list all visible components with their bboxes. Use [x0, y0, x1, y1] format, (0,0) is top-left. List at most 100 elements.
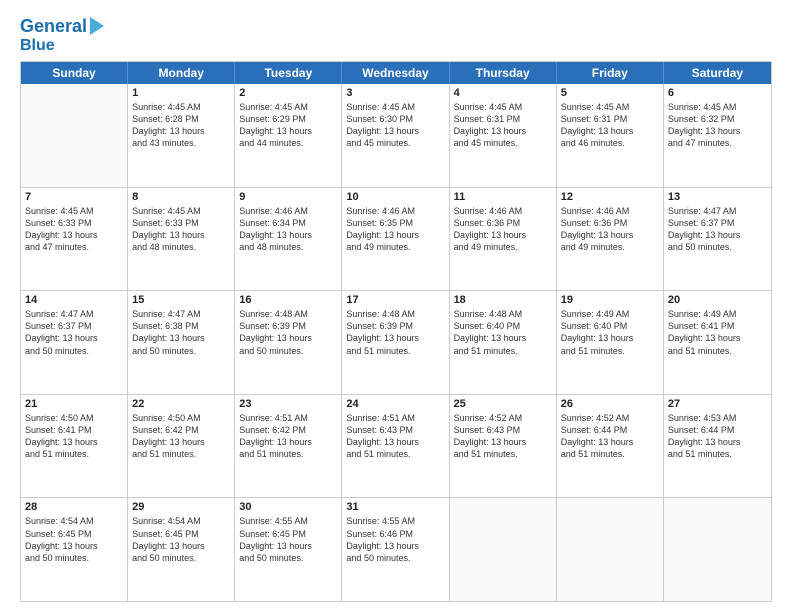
day-number: 28 — [25, 501, 123, 513]
calendar-cell: 22 Sunrise: 4:50 AM Sunset: 6:42 PM Dayli… — [128, 395, 235, 498]
cell-info: Sunrise: 4:45 AM Sunset: 6:32 PM Dayligh… — [668, 101, 767, 150]
day-number: 19 — [561, 294, 659, 306]
calendar-cell: 12 Sunrise: 4:46 AM Sunset: 6:36 PM Dayli… — [557, 188, 664, 291]
calendar-cell: 18 Sunrise: 4:48 AM Sunset: 6:40 PM Dayli… — [450, 291, 557, 394]
cell-info: Sunrise: 4:53 AM Sunset: 6:44 PM Dayligh… — [668, 412, 767, 461]
calendar-cell: 30 Sunrise: 4:55 AM Sunset: 6:45 PM Dayli… — [235, 498, 342, 601]
weekday-header-monday: Monday — [128, 62, 235, 84]
day-number: 24 — [346, 398, 444, 410]
cell-info: Sunrise: 4:50 AM Sunset: 6:41 PM Dayligh… — [25, 412, 123, 461]
weekday-header-tuesday: Tuesday — [235, 62, 342, 84]
day-number: 25 — [454, 398, 552, 410]
day-number: 3 — [346, 87, 444, 99]
weekday-header-saturday: Saturday — [664, 62, 771, 84]
cell-info: Sunrise: 4:54 AM Sunset: 6:45 PM Dayligh… — [25, 515, 123, 564]
cell-info: Sunrise: 4:52 AM Sunset: 6:43 PM Dayligh… — [454, 412, 552, 461]
calendar-cell: 2 Sunrise: 4:45 AM Sunset: 6:29 PM Daylig… — [235, 84, 342, 187]
calendar-row-3: 21 Sunrise: 4:50 AM Sunset: 6:41 PM Dayli… — [21, 395, 771, 499]
cell-info: Sunrise: 4:45 AM Sunset: 6:30 PM Dayligh… — [346, 101, 444, 150]
calendar-cell: 11 Sunrise: 4:46 AM Sunset: 6:36 PM Dayli… — [450, 188, 557, 291]
calendar-cell: 26 Sunrise: 4:52 AM Sunset: 6:44 PM Dayli… — [557, 395, 664, 498]
calendar-cell: 6Sunrise: 4:45 AM Sunset: 6:32 PM Daylig… — [664, 84, 771, 187]
cell-info: Sunrise: 4:51 AM Sunset: 6:43 PM Dayligh… — [346, 412, 444, 461]
calendar-row-4: 28 Sunrise: 4:54 AM Sunset: 6:45 PM Dayli… — [21, 498, 771, 601]
cell-info: Sunrise: 4:50 AM Sunset: 6:42 PM Dayligh… — [132, 412, 230, 461]
header: General Blue — [20, 16, 772, 55]
calendar-cell — [557, 498, 664, 601]
cell-info: Sunrise: 4:45 AM Sunset: 6:28 PM Dayligh… — [132, 101, 230, 150]
cell-info: Sunrise: 4:47 AM Sunset: 6:37 PM Dayligh… — [668, 205, 767, 254]
calendar-cell: 20 Sunrise: 4:49 AM Sunset: 6:41 PM Dayli… — [664, 291, 771, 394]
weekday-header-friday: Friday — [557, 62, 664, 84]
cell-info: Sunrise: 4:49 AM Sunset: 6:40 PM Dayligh… — [561, 308, 659, 357]
day-number: 17 — [346, 294, 444, 306]
calendar-cell: 24 Sunrise: 4:51 AM Sunset: 6:43 PM Dayli… — [342, 395, 449, 498]
calendar-cell: 31 Sunrise: 4:55 AM Sunset: 6:46 PM Dayli… — [342, 498, 449, 601]
calendar-cell: 1 Sunrise: 4:45 AM Sunset: 6:28 PM Daylig… — [128, 84, 235, 187]
weekday-header-sunday: Sunday — [21, 62, 128, 84]
cell-info: Sunrise: 4:45 AM Sunset: 6:33 PM Dayligh… — [132, 205, 230, 254]
calendar-cell: 5Sunrise: 4:45 AM Sunset: 6:31 PM Daylig… — [557, 84, 664, 187]
cell-info: Sunrise: 4:55 AM Sunset: 6:46 PM Dayligh… — [346, 515, 444, 564]
day-number: 12 — [561, 191, 659, 203]
cell-info: Sunrise: 4:45 AM Sunset: 6:31 PM Dayligh… — [561, 101, 659, 150]
calendar-cell: 29Sunrise: 4:54 AM Sunset: 6:45 PM Dayli… — [128, 498, 235, 601]
day-number: 1 — [132, 87, 230, 99]
cell-info: Sunrise: 4:45 AM Sunset: 6:33 PM Dayligh… — [25, 205, 123, 254]
day-number: 26 — [561, 398, 659, 410]
calendar-cell: 14 Sunrise: 4:47 AM Sunset: 6:37 PM Dayli… — [21, 291, 128, 394]
calendar-cell — [21, 84, 128, 187]
day-number: 14 — [25, 294, 123, 306]
cell-info: Sunrise: 4:48 AM Sunset: 6:39 PM Dayligh… — [239, 308, 337, 357]
day-number: 30 — [239, 501, 337, 513]
cell-info: Sunrise: 4:46 AM Sunset: 6:36 PM Dayligh… — [561, 205, 659, 254]
day-number: 4 — [454, 87, 552, 99]
calendar-cell: 7Sunrise: 4:45 AM Sunset: 6:33 PM Daylig… — [21, 188, 128, 291]
calendar-header: SundayMondayTuesdayWednesdayThursdayFrid… — [21, 62, 771, 84]
cell-info: Sunrise: 4:55 AM Sunset: 6:45 PM Dayligh… — [239, 515, 337, 564]
day-number: 9 — [239, 191, 337, 203]
calendar-cell: 16Sunrise: 4:48 AM Sunset: 6:39 PM Dayli… — [235, 291, 342, 394]
day-number: 27 — [668, 398, 767, 410]
cell-info: Sunrise: 4:51 AM Sunset: 6:42 PM Dayligh… — [239, 412, 337, 461]
cell-info: Sunrise: 4:46 AM Sunset: 6:35 PM Dayligh… — [346, 205, 444, 254]
logo: General Blue — [20, 16, 104, 55]
cell-info: Sunrise: 4:46 AM Sunset: 6:36 PM Dayligh… — [454, 205, 552, 254]
weekday-header-wednesday: Wednesday — [342, 62, 449, 84]
calendar-cell: 19 Sunrise: 4:49 AM Sunset: 6:40 PM Dayli… — [557, 291, 664, 394]
calendar: SundayMondayTuesdayWednesdayThursdayFrid… — [20, 61, 772, 602]
day-number: 31 — [346, 501, 444, 513]
calendar-cell — [664, 498, 771, 601]
day-number: 10 — [346, 191, 444, 203]
day-number: 21 — [25, 398, 123, 410]
day-number: 22 — [132, 398, 230, 410]
day-number: 11 — [454, 191, 552, 203]
cell-info: Sunrise: 4:47 AM Sunset: 6:38 PM Dayligh… — [132, 308, 230, 357]
cell-info: Sunrise: 4:52 AM Sunset: 6:44 PM Dayligh… — [561, 412, 659, 461]
cell-info: Sunrise: 4:49 AM Sunset: 6:41 PM Dayligh… — [668, 308, 767, 357]
logo-text-general: General — [20, 16, 87, 37]
calendar-cell: 9 Sunrise: 4:46 AM Sunset: 6:34 PM Daylig… — [235, 188, 342, 291]
cell-info: Sunrise: 4:54 AM Sunset: 6:45 PM Dayligh… — [132, 515, 230, 564]
logo-text-blue: Blue — [20, 37, 55, 55]
day-number: 8 — [132, 191, 230, 203]
day-number: 20 — [668, 294, 767, 306]
cell-info: Sunrise: 4:48 AM Sunset: 6:40 PM Dayligh… — [454, 308, 552, 357]
calendar-cell: 15Sunrise: 4:47 AM Sunset: 6:38 PM Dayli… — [128, 291, 235, 394]
cell-info: Sunrise: 4:47 AM Sunset: 6:37 PM Dayligh… — [25, 308, 123, 357]
calendar-cell: 25 Sunrise: 4:52 AM Sunset: 6:43 PM Dayli… — [450, 395, 557, 498]
calendar-cell: 10 Sunrise: 4:46 AM Sunset: 6:35 PM Dayli… — [342, 188, 449, 291]
day-number: 23 — [239, 398, 337, 410]
calendar-cell: 8 Sunrise: 4:45 AM Sunset: 6:33 PM Daylig… — [128, 188, 235, 291]
day-number: 18 — [454, 294, 552, 306]
calendar-cell: 3 Sunrise: 4:45 AM Sunset: 6:30 PM Daylig… — [342, 84, 449, 187]
calendar-row-2: 14 Sunrise: 4:47 AM Sunset: 6:37 PM Dayli… — [21, 291, 771, 395]
calendar-cell: 21 Sunrise: 4:50 AM Sunset: 6:41 PM Dayli… — [21, 395, 128, 498]
cell-info: Sunrise: 4:45 AM Sunset: 6:29 PM Dayligh… — [239, 101, 337, 150]
calendar-cell: 13Sunrise: 4:47 AM Sunset: 6:37 PM Dayli… — [664, 188, 771, 291]
cell-info: Sunrise: 4:46 AM Sunset: 6:34 PM Dayligh… — [239, 205, 337, 254]
calendar-cell — [450, 498, 557, 601]
cell-info: Sunrise: 4:48 AM Sunset: 6:39 PM Dayligh… — [346, 308, 444, 357]
day-number: 2 — [239, 87, 337, 99]
calendar-cell: 4Sunrise: 4:45 AM Sunset: 6:31 PM Daylig… — [450, 84, 557, 187]
